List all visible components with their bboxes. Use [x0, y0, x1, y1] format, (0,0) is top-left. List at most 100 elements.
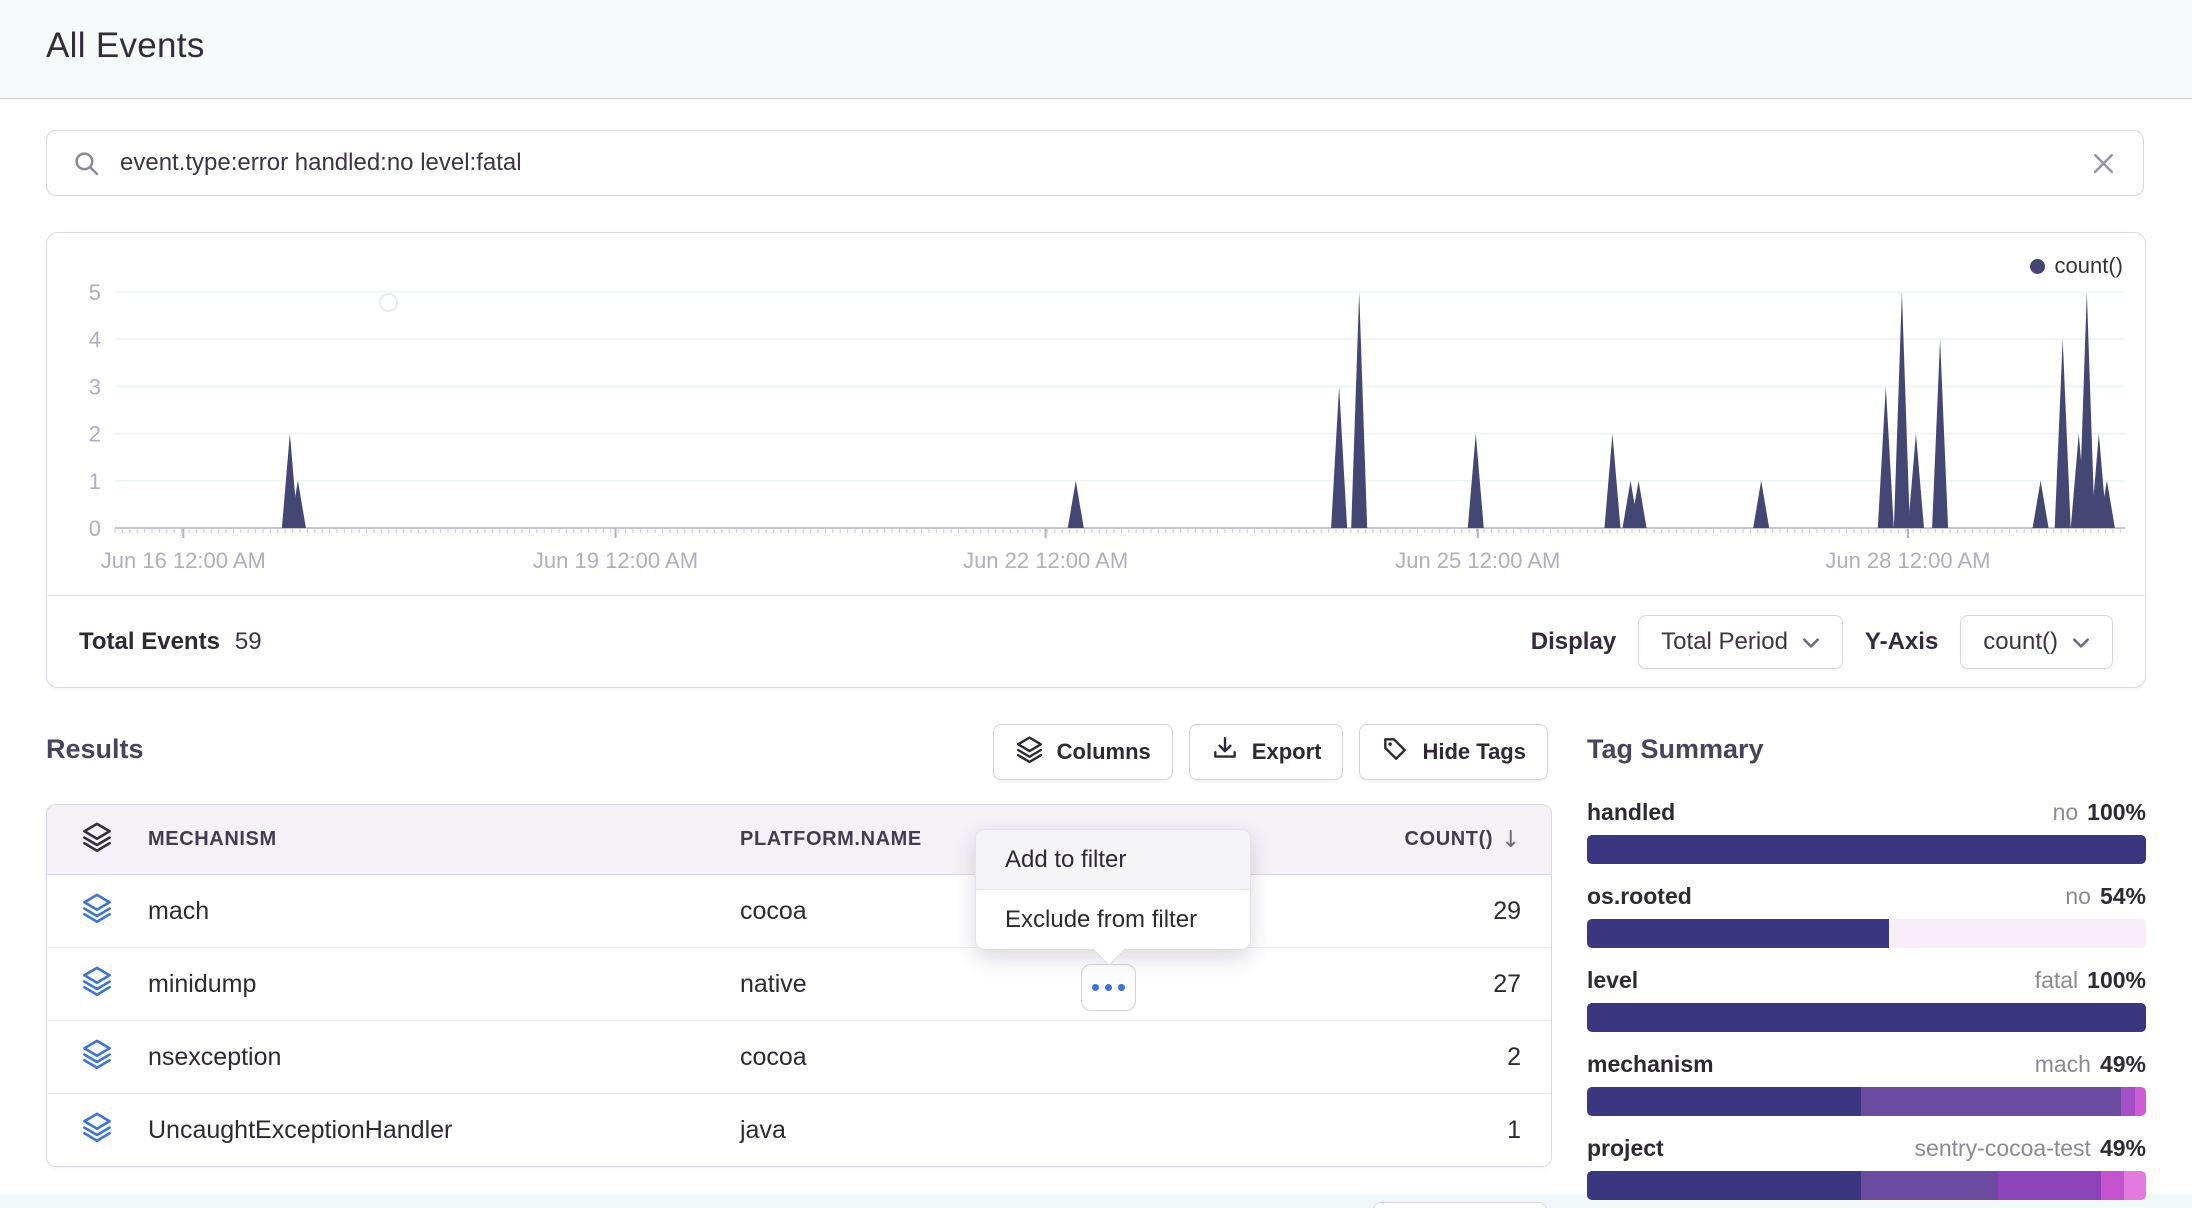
table-body: mach cocoa 29 minidump native 27 nsexcep… [47, 875, 1551, 1166]
stack-icon [81, 1038, 113, 1077]
tag-percent: 49% [2100, 1051, 2146, 1078]
stack-icon [81, 892, 113, 931]
tag-summary: Tag Summary handledno100%os.rootedno54%l… [1587, 734, 2146, 1208]
cell-platform[interactable]: java [740, 1094, 1311, 1166]
tag-name[interactable]: project [1587, 1135, 1664, 1162]
tag-percent: 100% [2087, 967, 2146, 994]
table-actions: Columns Export Hide Tags [993, 724, 1548, 780]
hide-tags-button[interactable]: Hide Tags [1359, 724, 1548, 780]
ellipsis-dot [1118, 984, 1125, 991]
tag-bar[interactable] [1587, 1171, 2146, 1200]
chevron-down-icon [2072, 628, 2090, 656]
columns-button[interactable]: Columns [993, 724, 1173, 780]
tag-name[interactable]: mechanism [1587, 1051, 1714, 1078]
chevron-down-icon [1802, 628, 1820, 656]
cell-actions-menu: Add to filterExclude from filter [975, 829, 1251, 950]
tag-name[interactable]: handled [1587, 799, 1675, 826]
tag-percent: 100% [2087, 799, 2146, 826]
stack-icon [81, 965, 113, 1004]
tag-bar[interactable] [1587, 835, 2146, 864]
tag-entry: handledno100% [1587, 799, 2146, 864]
table-row[interactable]: minidump native 27 [47, 947, 1551, 1020]
display-value: Total Period [1661, 628, 1788, 656]
total-events-value: 59 [235, 628, 262, 656]
tag-list: handledno100% os.rooted no 54% level fatal 100… [1587, 799, 2146, 1200]
y-axis-label: Y-Axis [1865, 628, 1938, 656]
cell-platform[interactable]: cocoa [740, 1021, 1311, 1093]
export-button[interactable]: Export [1189, 724, 1344, 780]
events-chart-panel: 012345Jun 16 12:00 AMJun 19 12:00 AMJun … [46, 232, 2146, 688]
cell-mechanism[interactable]: minidump [148, 948, 740, 1020]
legend-label: count() [2055, 253, 2123, 279]
svg-text:5: 5 [89, 280, 101, 305]
tag-top-value: fatal [2035, 967, 2078, 994]
tag-percent: 49% [2100, 1135, 2146, 1162]
search-bar[interactable] [46, 130, 2144, 196]
results-table: MECHANISM PLATFORM.NAME COUNT() ↓ mach c… [46, 804, 1552, 1167]
table-row[interactable]: UncaughtExceptionHandler java 1 [47, 1093, 1551, 1166]
legend-dot-icon [2030, 259, 2045, 274]
sort-desc-icon: ↓ [1501, 827, 1521, 853]
svg-text:Jun 25 12:00 AM: Jun 25 12:00 AM [1395, 548, 1560, 573]
menu-item-add-to-filter[interactable]: Add to filter [976, 830, 1250, 890]
svg-text:Jun 19 12:00 AM: Jun 19 12:00 AM [533, 548, 698, 573]
column-header-count[interactable]: COUNT() ↓ [1311, 805, 1551, 874]
tag-entry: level fatal 100% [1587, 967, 2146, 1032]
tag-name[interactable]: level [1587, 967, 1638, 994]
table-row[interactable]: mach cocoa 29 [47, 875, 1551, 947]
faint-marker [379, 293, 398, 312]
count-header-label: COUNT() [1405, 828, 1494, 851]
stack-icon [81, 1111, 113, 1150]
tag-bar[interactable] [1587, 1003, 2146, 1032]
columns-button-label: Columns [1057, 739, 1151, 765]
tag-top-value: no [2065, 883, 2091, 910]
svg-text:0: 0 [89, 516, 101, 541]
total-events-label: Total Events [79, 628, 220, 656]
tag-entry: mechanismmach49% [1587, 1051, 2146, 1116]
svg-text:2: 2 [89, 422, 101, 447]
svg-text:3: 3 [89, 374, 101, 399]
export-button-label: Export [1252, 739, 1322, 765]
tag-percent: 54% [2100, 883, 2146, 910]
cell-count[interactable]: 2 [1311, 1021, 1551, 1093]
cell-count[interactable]: 29 [1311, 875, 1551, 947]
tag-entry: project sentry-cocoa-test 49% [1587, 1135, 2146, 1200]
svg-text:Jun 28 12:00 AM: Jun 28 12:00 AM [1825, 548, 1990, 573]
y-axis-dropdown[interactable]: count() [1960, 615, 2113, 669]
search-icon [73, 150, 100, 177]
tag-top-value: sentry-cocoa-test [1915, 1135, 2091, 1162]
chart-legend[interactable]: count() [2030, 253, 2123, 279]
cell-mechanism[interactable]: UncaughtExceptionHandler [148, 1094, 740, 1166]
column-header-mechanism[interactable]: MECHANISM [148, 805, 740, 874]
pagination-partial[interactable] [1373, 1202, 1547, 1208]
chart-controls: Display Total Period Y-Axis count() [1531, 615, 2113, 669]
ellipsis-dot [1105, 984, 1112, 991]
cell-platform[interactable]: native [740, 948, 1311, 1020]
results-heading: Results [46, 734, 144, 765]
hide-tags-button-label: Hide Tags [1422, 739, 1526, 765]
cell-actions-button[interactable] [1081, 964, 1136, 1011]
cell-mechanism[interactable]: nsexception [148, 1021, 740, 1093]
cell-count[interactable]: 1 [1311, 1094, 1551, 1166]
tag-bar[interactable] [1587, 919, 2146, 948]
search-input[interactable] [118, 148, 2072, 178]
table-row[interactable]: nsexception cocoa 2 [47, 1020, 1551, 1093]
events-chart: 012345Jun 16 12:00 AMJun 19 12:00 AMJun … [47, 233, 2145, 595]
page-header: All Events [0, 0, 2192, 99]
tag-bar[interactable] [1587, 1087, 2146, 1116]
svg-text:Jun 22 12:00 AM: Jun 22 12:00 AM [963, 548, 1128, 573]
cell-count[interactable]: 27 [1311, 948, 1551, 1020]
svg-text:Jun 16 12:00 AM: Jun 16 12:00 AM [101, 548, 266, 573]
clear-search-icon[interactable] [2090, 150, 2117, 177]
stack-icon [1015, 735, 1044, 770]
chart-footer: Total Events 59 Display Total Period Y-A… [47, 595, 2145, 687]
cell-mechanism[interactable]: mach [148, 875, 740, 947]
display-label: Display [1531, 628, 1616, 656]
svg-text:4: 4 [89, 327, 101, 352]
tag-icon [1381, 735, 1409, 769]
y-axis-value: count() [1983, 628, 2058, 656]
ellipsis-dot [1092, 984, 1099, 991]
display-dropdown[interactable]: Total Period [1638, 615, 1843, 669]
tag-name[interactable]: os.rooted [1587, 883, 1692, 910]
stack-icon [81, 821, 113, 859]
